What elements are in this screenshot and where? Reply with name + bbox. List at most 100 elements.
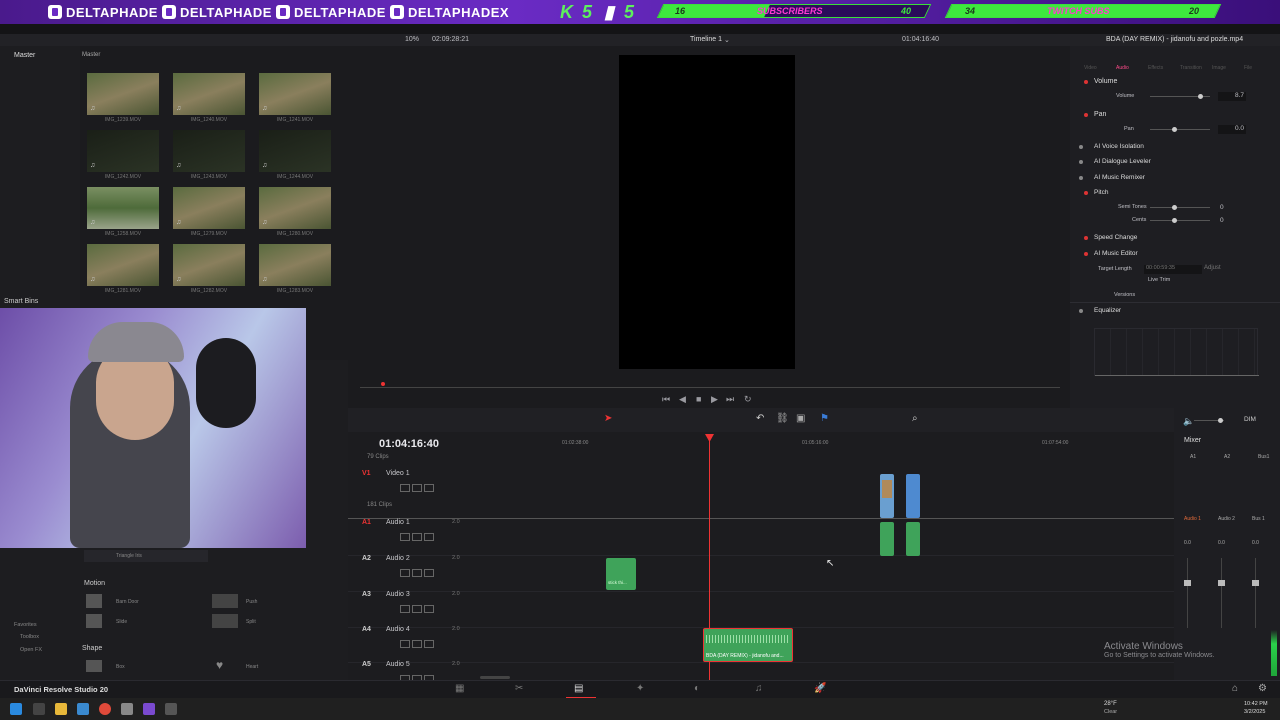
- favorites-item[interactable]: Favorites: [14, 622, 37, 628]
- volume-slider[interactable]: [1150, 94, 1210, 99]
- weather-temp[interactable]: 28°F: [1104, 701, 1117, 707]
- dialogue-leveler-section[interactable]: AI Dialogue Leveler: [1094, 158, 1151, 165]
- speed-change-section[interactable]: Speed Change: [1094, 234, 1137, 241]
- cents-slider[interactable]: [1150, 218, 1210, 223]
- home-icon[interactable]: ⌂: [1232, 683, 1238, 694]
- lock-button[interactable]: [400, 605, 410, 613]
- mute-button[interactable]: [424, 640, 434, 648]
- equalizer-graph[interactable]: [1094, 328, 1259, 376]
- color-page-icon[interactable]: ◐: [694, 683, 700, 694]
- track-header-a3[interactable]: A3 Audio 3 2.0: [362, 591, 466, 598]
- motion-section[interactable]: Motion: [84, 580, 105, 587]
- deliver-page-icon[interactable]: 🚀: [814, 683, 826, 694]
- solo-button[interactable]: [412, 484, 422, 492]
- cut-page-icon[interactable]: ✂: [515, 683, 523, 694]
- cents-value[interactable]: 0: [1220, 217, 1224, 224]
- fairlight-page-icon[interactable]: ♫: [755, 683, 763, 694]
- mute-button[interactable]: [424, 605, 434, 613]
- clip-thumbnail[interactable]: ♫: [173, 244, 245, 286]
- viewer-scrubber[interactable]: [360, 387, 1060, 388]
- speaker-icon[interactable]: 🔈: [1183, 416, 1194, 427]
- explorer-icon[interactable]: [55, 703, 67, 715]
- adjust-button[interactable]: Adjust: [1204, 265, 1221, 271]
- solo-button[interactable]: [412, 533, 422, 541]
- video-clip-1[interactable]: [880, 474, 894, 518]
- timeline-selector[interactable]: Timeline 1: [690, 36, 722, 43]
- lock-button[interactable]: [400, 569, 410, 577]
- clip-thumbnail[interactable]: ♫: [87, 73, 159, 115]
- snapping-icon[interactable]: ↶: [756, 413, 764, 424]
- music-remixer-section[interactable]: AI Music Remixer: [1094, 174, 1145, 181]
- taskbar-time[interactable]: 10:42 PM: [1244, 701, 1268, 707]
- settings-icon[interactable]: ⚙: [1258, 683, 1267, 694]
- volume-section[interactable]: Volume: [1094, 78, 1117, 85]
- tab-image[interactable]: Image: [1212, 65, 1226, 71]
- target-length-field[interactable]: 00:00:59:35: [1144, 265, 1202, 274]
- track-header-a5[interactable]: A5 Audio 5 2.0: [362, 661, 466, 668]
- clip-thumbnail[interactable]: ♫: [259, 244, 331, 286]
- equalizer-section[interactable]: Equalizer: [1094, 307, 1121, 314]
- track-header-v1[interactable]: V1 Video 1: [362, 470, 466, 477]
- openfx-item[interactable]: Open FX: [20, 647, 42, 653]
- resolve-taskbar-icon[interactable]: [165, 703, 177, 715]
- clip-thumbnail[interactable]: ♫: [87, 187, 159, 229]
- effect-heart[interactable]: Heart: [246, 664, 258, 670]
- zoom-icon[interactable]: ⌕: [912, 413, 918, 424]
- mixer-fader[interactable]: [1184, 580, 1191, 586]
- viewer-zoom[interactable]: 10%: [405, 36, 419, 43]
- clip-thumbnail[interactable]: ♫: [259, 130, 331, 172]
- live-trim-toggle[interactable]: Live Trim: [1148, 277, 1170, 283]
- edit-page-icon[interactable]: ▤: [574, 683, 583, 694]
- link-icon[interactable]: ⛓: [776, 413, 789, 424]
- clip-thumbnail[interactable]: ♫: [173, 130, 245, 172]
- effect-barn-door[interactable]: Barn Door: [116, 599, 139, 605]
- pitch-section[interactable]: Pitch: [1094, 189, 1108, 196]
- audio-clip-a2[interactable]: stick thi...: [606, 558, 636, 590]
- selection-tool-icon[interactable]: ➤: [604, 413, 612, 424]
- taskbar-date[interactable]: 3/2/2025: [1244, 709, 1265, 715]
- app-icon-1[interactable]: [121, 703, 133, 715]
- dim-button[interactable]: DIM: [1244, 416, 1256, 423]
- pan-section[interactable]: Pan: [1094, 111, 1106, 118]
- clip-thumbnail[interactable]: ♫: [259, 73, 331, 115]
- clip-thumbnail[interactable]: ♫: [87, 130, 159, 172]
- effect-triangle-iris[interactable]: Triangle Iris: [116, 553, 142, 559]
- semi-tones-value[interactable]: 0: [1220, 204, 1224, 211]
- bin-master[interactable]: Master: [14, 52, 35, 59]
- effect-split[interactable]: Split: [246, 619, 256, 625]
- viewer-playhead[interactable]: [381, 382, 385, 386]
- stop-icon[interactable]: ■: [696, 394, 701, 404]
- edge-icon[interactable]: [77, 703, 89, 715]
- mute-button[interactable]: [424, 484, 434, 492]
- audio-clip-a1-1[interactable]: [880, 522, 894, 556]
- solo-button[interactable]: [412, 605, 422, 613]
- audio-clip-a4[interactable]: BDA (DAY REMIX) - jidanofu and...: [703, 628, 793, 662]
- search-icon[interactable]: [33, 703, 45, 715]
- start-icon[interactable]: [10, 703, 22, 715]
- lock-button[interactable]: [400, 533, 410, 541]
- loop-icon[interactable]: ↻: [744, 394, 752, 405]
- chevron-down-icon[interactable]: ⌄: [724, 36, 730, 44]
- app-icon-2[interactable]: [143, 703, 155, 715]
- track-header-a4[interactable]: A4 Audio 4 2.0: [362, 626, 466, 633]
- monitor-volume-slider[interactable]: [1194, 418, 1224, 423]
- play-icon[interactable]: ▶: [711, 394, 718, 405]
- voice-isolation-section[interactable]: AI Voice Isolation: [1094, 143, 1144, 150]
- music-editor-section[interactable]: AI Music Editor: [1094, 250, 1138, 257]
- clip-thumbnail[interactable]: ♫: [173, 187, 245, 229]
- mixer-fader[interactable]: [1252, 580, 1259, 586]
- playhead-handle[interactable]: [705, 434, 714, 442]
- skip-start-icon[interactable]: ⏮: [662, 394, 670, 405]
- effect-box[interactable]: Box: [116, 664, 125, 670]
- effect-slide[interactable]: Slide: [116, 619, 127, 625]
- lock-button[interactable]: [400, 484, 410, 492]
- mute-button[interactable]: [424, 569, 434, 577]
- tab-video[interactable]: Video: [1084, 65, 1097, 71]
- lock-icon[interactable]: ▣: [796, 413, 805, 424]
- toolbox-item[interactable]: Toolbox: [20, 634, 39, 640]
- step-back-icon[interactable]: ◀: [679, 394, 686, 405]
- pan-value[interactable]: 0.0: [1218, 125, 1246, 134]
- flag-icon[interactable]: ⚑: [820, 413, 829, 424]
- tab-effects[interactable]: Effects: [1148, 65, 1163, 71]
- volume-value[interactable]: 8.7: [1218, 92, 1246, 101]
